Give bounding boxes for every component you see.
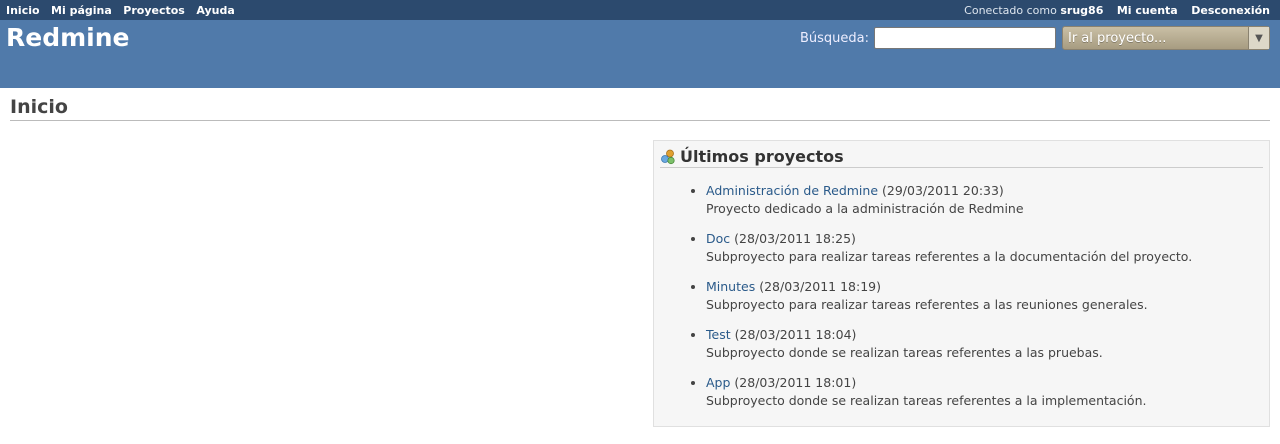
list-item: Doc (28/03/2011 18:25) Subproyecto para … [706, 230, 1263, 266]
search-input[interactable] [874, 27, 1056, 49]
top-menu-right: Conectado como srug86 Mi cuenta Desconex… [964, 4, 1270, 17]
project-link[interactable]: App [706, 375, 730, 390]
project-description: Proyecto dedicado a la administración de… [706, 201, 1024, 216]
latest-projects-heading: Últimos proyectos [660, 147, 1263, 168]
project-date: (28/03/2011 18:25) [734, 231, 856, 246]
menu-help-link[interactable]: Ayuda [196, 4, 234, 17]
project-description: Subproyecto donde se realizan tareas ref… [706, 393, 1147, 408]
my-account-link[interactable]: Mi cuenta [1117, 4, 1178, 17]
logout-link[interactable]: Desconexión [1191, 4, 1270, 17]
project-description: Subproyecto para realizar tareas referen… [706, 249, 1193, 264]
menu-home-link[interactable]: Inicio [6, 4, 40, 17]
project-date: (28/03/2011 18:01) [734, 375, 857, 390]
header: Redmine Búsqueda: Ir al proyecto... ▼ [0, 20, 1280, 88]
main-content: Inicio Últimos proyectos Administración … [0, 96, 1280, 427]
project-jump-select[interactable]: Ir al proyecto... ▼ [1062, 26, 1270, 50]
project-date: (28/03/2011 18:19) [759, 279, 881, 294]
list-item: Test (28/03/2011 18:04) Subproyecto dond… [706, 326, 1263, 362]
list-item: App (28/03/2011 18:01) Subproyecto donde… [706, 374, 1263, 410]
logged-as-prefix: Conectado como [964, 3, 1057, 17]
chevron-down-icon: ▼ [1248, 27, 1269, 49]
menu-projects-link[interactable]: Proyectos [123, 4, 185, 17]
project-date: (28/03/2011 18:04) [734, 327, 857, 342]
projects-icon [660, 149, 676, 165]
project-link[interactable]: Administración de Redmine [706, 183, 878, 198]
username: srug86 [1060, 3, 1104, 17]
project-link[interactable]: Test [706, 327, 731, 342]
project-jump-label: Ir al proyecto... [1068, 30, 1167, 46]
page-title: Inicio [10, 96, 1270, 121]
top-menu: Inicio Mi página Proyectos Ayuda Conecta… [0, 0, 1280, 20]
menu-my-page-link[interactable]: Mi página [51, 4, 112, 17]
project-list: Administración de Redmine (29/03/2011 20… [660, 168, 1263, 410]
project-link[interactable]: Doc [706, 231, 730, 246]
list-item: Administración de Redmine (29/03/2011 20… [706, 182, 1263, 218]
project-date: (29/03/2011 20:33) [882, 183, 1004, 198]
project-description: Subproyecto para realizar tareas referen… [706, 297, 1148, 312]
logged-as: Conectado como srug86 [964, 4, 1107, 17]
app-title: Redmine [6, 23, 130, 52]
latest-projects-box: Últimos proyectos Administración de Redm… [653, 140, 1270, 427]
quick-search: Búsqueda: Ir al proyecto... ▼ [800, 26, 1270, 50]
list-item: Minutes (28/03/2011 18:19) Subproyecto p… [706, 278, 1263, 314]
project-link[interactable]: Minutes [706, 279, 755, 294]
search-label: Búsqueda: [799, 30, 869, 46]
latest-projects-title: Últimos proyectos [680, 147, 844, 166]
top-menu-left: Inicio Mi página Proyectos Ayuda [6, 4, 243, 17]
project-description: Subproyecto donde se realizan tareas ref… [706, 345, 1103, 360]
